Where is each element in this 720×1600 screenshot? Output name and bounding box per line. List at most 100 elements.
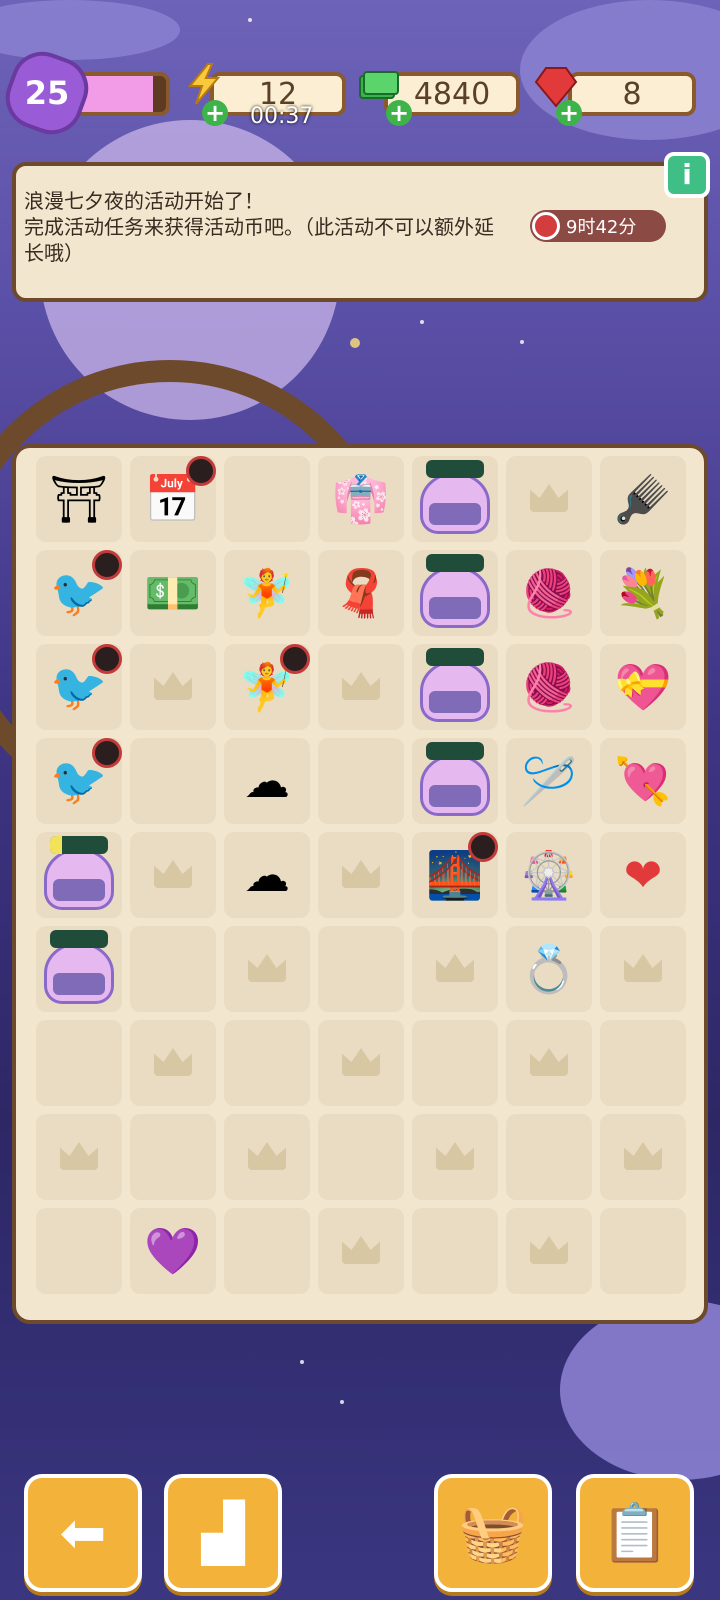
board-cell[interactable] xyxy=(36,832,122,918)
leaderboard-icon: ▟ xyxy=(201,1500,245,1566)
generator-charge-bar xyxy=(426,648,484,666)
board-cell[interactable] xyxy=(224,1208,310,1294)
board-cell[interactable] xyxy=(130,644,216,730)
board-cell[interactable] xyxy=(412,1208,498,1294)
tasks-button[interactable]: 📋 xyxy=(576,1474,694,1592)
board-cell[interactable]: ❤ xyxy=(600,832,686,918)
board-cell[interactable]: 🧚 xyxy=(224,550,310,636)
board-cell[interactable] xyxy=(318,1114,404,1200)
board-cell[interactable] xyxy=(130,832,216,918)
board-cell[interactable]: 💘 xyxy=(600,738,686,824)
comb-icon: 🪮 xyxy=(614,471,672,526)
basket-button[interactable]: 🧺 xyxy=(434,1474,552,1592)
board-cell[interactable] xyxy=(36,1114,122,1200)
board-cell[interactable] xyxy=(224,1020,310,1106)
board-cell[interactable]: ☁ xyxy=(224,832,310,918)
board-cell[interactable]: 🌉 xyxy=(412,832,498,918)
board-cell[interactable] xyxy=(412,926,498,1012)
portal-generator-icon xyxy=(420,472,490,534)
board-cell[interactable]: 🧶 xyxy=(506,550,592,636)
board-cell[interactable]: 🧶 xyxy=(506,644,592,730)
board-cell[interactable] xyxy=(224,456,310,542)
leaderboard-button[interactable]: ▟ xyxy=(164,1474,282,1592)
board-cell[interactable]: 🪮 xyxy=(600,456,686,542)
portal-generator-icon xyxy=(420,660,490,722)
level-badge[interactable]: 25 xyxy=(0,43,97,143)
temple-icon: ⛩ xyxy=(49,471,109,526)
board-cell[interactable] xyxy=(130,926,216,1012)
board-cell[interactable] xyxy=(36,1208,122,1294)
board-cell[interactable]: 🧣 xyxy=(318,550,404,636)
board-cell[interactable]: 💵 xyxy=(130,550,216,636)
board-cell[interactable] xyxy=(412,1020,498,1106)
smallcloud-icon: ☁ xyxy=(244,848,290,902)
add-cash-button[interactable]: + xyxy=(386,100,412,126)
heart-icon: ❤ xyxy=(623,848,663,902)
basket-icon: 🧺 xyxy=(458,1501,528,1566)
board-cell[interactable] xyxy=(224,1114,310,1200)
board-cell[interactable]: 🪡 xyxy=(506,738,592,824)
timer-lock-icon xyxy=(92,550,122,580)
heartbouquet-icon: 💐 xyxy=(614,565,672,620)
timer-lock-icon xyxy=(92,738,122,768)
board-cell[interactable] xyxy=(600,1114,686,1200)
star-decoration xyxy=(300,1360,304,1364)
board-cell[interactable] xyxy=(600,926,686,1012)
timer-lock-icon xyxy=(280,644,310,674)
back-button[interactable]: ⬅ xyxy=(24,1474,142,1592)
board-cell[interactable] xyxy=(318,738,404,824)
board-cell[interactable]: 🎡 xyxy=(506,832,592,918)
board-cell[interactable] xyxy=(412,738,498,824)
board-cell[interactable] xyxy=(412,550,498,636)
star-decoration xyxy=(420,320,424,324)
board-cell[interactable] xyxy=(600,1208,686,1294)
ring-icon: 💍 xyxy=(520,941,578,996)
board-cell[interactable] xyxy=(318,832,404,918)
back-arrow-icon: ⬅ xyxy=(59,1500,107,1566)
merge-board: ⛩ 📅 👘 🪮 🐦 💵 🧚 🧣 🧶 💐 🐦 🧚 🧶 💝 🐦 ☁ 🪡 💘 ☁ 🌉 🎡 ❤ 💍 💜 xyxy=(12,444,708,1324)
info-button[interactable]: i xyxy=(664,152,710,198)
board-cell[interactable]: 💍 xyxy=(506,926,592,1012)
board-cell[interactable]: 🐦 xyxy=(36,738,122,824)
board-cell[interactable]: 💐 xyxy=(600,550,686,636)
star-decoration xyxy=(350,338,360,348)
board-cell[interactable]: 🐦 xyxy=(36,550,122,636)
wheelspin-icon: 🧶 xyxy=(520,659,578,714)
board-cell[interactable] xyxy=(506,1020,592,1106)
board-cell[interactable] xyxy=(506,456,592,542)
generator-charge-bar xyxy=(50,930,108,948)
board-cell[interactable] xyxy=(130,1114,216,1200)
board-cell[interactable] xyxy=(412,644,498,730)
board-cell[interactable] xyxy=(506,1208,592,1294)
board-cell[interactable] xyxy=(36,1020,122,1106)
board-cell[interactable] xyxy=(506,1114,592,1200)
board-cell[interactable] xyxy=(318,644,404,730)
add-gem-button[interactable]: + xyxy=(556,100,582,126)
star-decoration xyxy=(248,18,252,22)
board-cell[interactable]: 💜 xyxy=(130,1208,216,1294)
board-cell[interactable] xyxy=(36,926,122,1012)
board-cell[interactable] xyxy=(130,738,216,824)
board-cell[interactable] xyxy=(224,926,310,1012)
level-value: 25 xyxy=(24,74,70,112)
generator-charge-bar xyxy=(50,836,108,854)
board-cell[interactable]: ⛩ xyxy=(36,456,122,542)
board-cell[interactable]: 👘 xyxy=(318,456,404,542)
board-cell[interactable] xyxy=(412,456,498,542)
board-cell[interactable]: 📅 xyxy=(130,456,216,542)
task-clipboard-icon: 📋 xyxy=(600,1501,670,1566)
board-cell[interactable] xyxy=(412,1114,498,1200)
portal-generator-icon xyxy=(44,848,114,910)
board-cell[interactable]: 🧚 xyxy=(224,644,310,730)
board-cell[interactable] xyxy=(318,1208,404,1294)
board-cell[interactable]: 💝 xyxy=(600,644,686,730)
gem-counter[interactable]: 8 xyxy=(568,72,696,116)
info-icon: i xyxy=(682,158,692,191)
add-energy-button[interactable]: + xyxy=(202,100,228,126)
board-cell[interactable]: 🐦 xyxy=(36,644,122,730)
board-cell[interactable]: ☁ xyxy=(224,738,310,824)
board-cell[interactable] xyxy=(130,1020,216,1106)
board-cell[interactable] xyxy=(600,1020,686,1106)
board-cell[interactable] xyxy=(318,1020,404,1106)
board-cell[interactable] xyxy=(318,926,404,1012)
